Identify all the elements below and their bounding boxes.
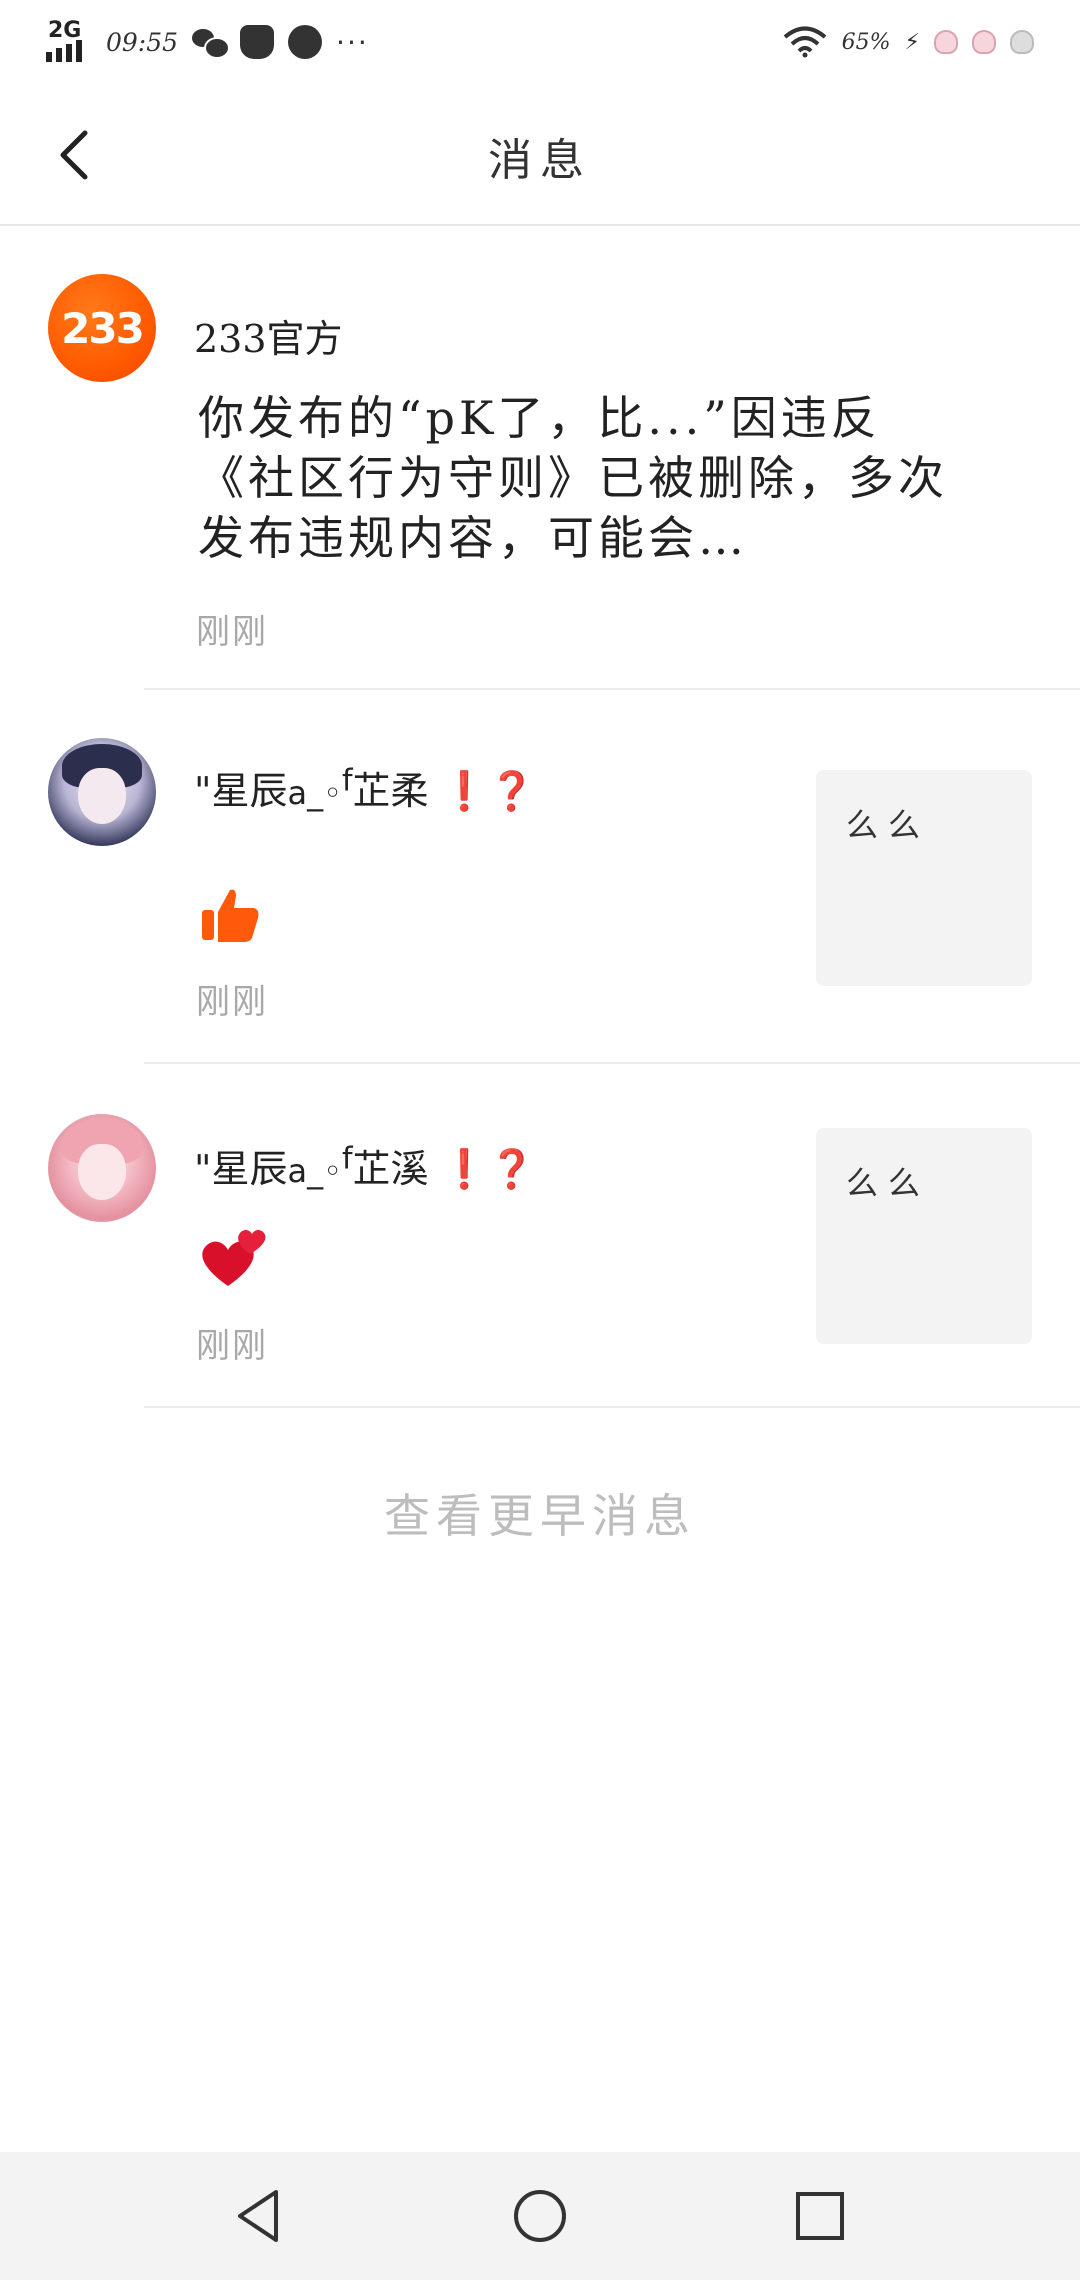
divider <box>144 1406 1080 1408</box>
post-preview[interactable]: 么么 <box>816 1128 1032 1344</box>
sender-mid: a_◦ <box>287 774 342 812</box>
avatar[interactable]: 233 <box>48 274 156 382</box>
message-body: 你发布的“pK了，比...”因违反《社区行为守则》已被删除，多次发布违规内容，可… <box>198 391 948 565</box>
sender-f: f <box>341 1141 353 1177</box>
sender-emoji: ❗❓ <box>440 769 536 813</box>
post-preview[interactable]: 么么 <box>816 770 1032 986</box>
app-cat-icon <box>240 25 275 59</box>
avatar[interactable] <box>48 738 156 846</box>
two-hearts-icon <box>202 1230 266 1286</box>
nav-recents-icon <box>796 2192 844 2240</box>
sender-f: f <box>341 763 353 799</box>
avatar-text: 233 <box>61 303 145 353</box>
message-item-heart[interactable]: "星辰a_◦f芷溪 ❗❓ 刚刚 么么 <box>0 1064 1080 1408</box>
battery-level: 65% <box>841 29 891 55</box>
sender-prefix: "星辰 <box>194 1147 288 1191</box>
wifi-icon <box>782 26 828 58</box>
sender-prefix: "星辰 <box>194 769 288 813</box>
wechat-icon <box>192 25 231 59</box>
avatar[interactable] <box>48 1114 156 1222</box>
thumbs-up-icon <box>202 889 259 942</box>
header: 消息 <box>0 84 1080 226</box>
sender-name: 233官方 <box>194 317 343 361</box>
nav-back-button[interactable] <box>220 2176 300 2256</box>
post-preview-text: 么么 <box>846 1164 931 1202</box>
nav-home-button[interactable] <box>500 2176 580 2256</box>
view-earlier-messages-link[interactable]: 查看更早消息 <box>0 1480 1080 1546</box>
cloud-icon <box>1010 30 1034 54</box>
sender-nickname: 芷溪 <box>352 1147 429 1191</box>
nav-back-icon <box>238 2190 278 2242</box>
sender-nickname: 芷柔 <box>352 769 429 813</box>
navigation-bar <box>0 2152 1080 2280</box>
sender-name: "星辰a_◦f芷溪 ❗❓ <box>194 1138 535 1193</box>
status-bar: 2G 09:55 ··· 65% ⚡ <box>0 0 1080 84</box>
pig-icon <box>934 30 958 54</box>
message-time: 刚刚 <box>196 612 268 652</box>
message-time: 刚刚 <box>196 1326 268 1366</box>
sender-mid: a_◦ <box>287 1152 342 1190</box>
post-preview-text: 么么 <box>846 806 931 844</box>
status-left: 2G 09:55 ··· <box>46 18 369 62</box>
network-indicator: 2G <box>46 18 92 62</box>
page-title: 消息 <box>488 135 592 186</box>
more-notifications-icon: ··· <box>336 25 369 59</box>
signal-bars-icon <box>46 40 82 62</box>
status-right: 65% ⚡ <box>782 26 1034 58</box>
sender-emoji: ❗❓ <box>440 1147 536 1191</box>
message-time: 刚刚 <box>196 982 268 1022</box>
planet-icon <box>288 25 323 59</box>
charging-icon: ⚡ <box>904 29 920 55</box>
status-time: 09:55 <box>106 27 179 57</box>
message-item-official[interactable]: 233 233官方 你发布的“pK了，比...”因违反《社区行为守则》已被删除，… <box>0 228 1080 690</box>
nav-recents-button[interactable] <box>780 2176 860 2256</box>
pig-icon <box>972 30 996 54</box>
message-item-like[interactable]: "星辰a_◦f芷柔 ❗❓ 刚刚 么么 <box>0 690 1080 1064</box>
sender-name: "星辰a_◦f芷柔 ❗❓ <box>194 760 535 815</box>
nav-home-icon <box>514 2190 566 2242</box>
